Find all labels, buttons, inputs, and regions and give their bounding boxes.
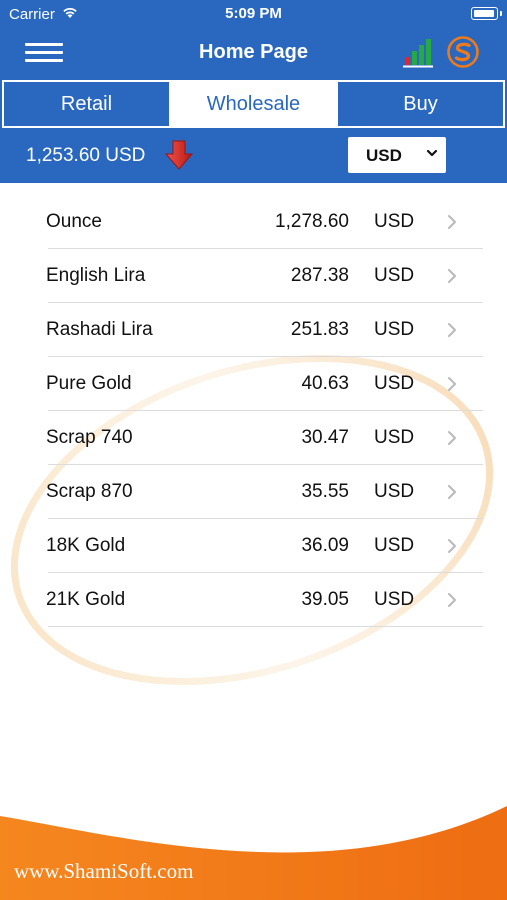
footer: www.ShamiSoft.com xyxy=(0,780,507,900)
item-currency: USD xyxy=(374,211,415,232)
chevron-right-icon xyxy=(448,215,456,229)
item-value: 287.38 xyxy=(290,265,349,286)
item-currency: USD xyxy=(374,319,415,340)
rate-row: 1,253.60 USD USD xyxy=(0,128,507,183)
chevron-right-icon xyxy=(448,377,456,391)
item-name: Pure Gold xyxy=(46,373,132,394)
item-currency: USD xyxy=(374,427,415,448)
list-item[interactable]: Pure Gold 40.63 USD xyxy=(0,357,507,411)
list-item[interactable]: Scrap 740 30.47 USD xyxy=(0,411,507,465)
list-item[interactable]: Rashadi Lira 251.83 USD xyxy=(0,303,507,357)
bar-chart-icon[interactable] xyxy=(402,36,434,68)
item-name: English Lira xyxy=(46,265,146,286)
item-name: Scrap 870 xyxy=(46,481,133,502)
item-value: 39.05 xyxy=(301,589,349,610)
chevron-right-icon xyxy=(448,593,456,607)
list-item[interactable]: Ounce 1,278.60 USD xyxy=(0,195,507,249)
website-link[interactable]: www.ShamiSoft.com xyxy=(14,859,193,884)
clock: 5:09 PM xyxy=(225,5,282,22)
tab-retail[interactable]: Retail xyxy=(4,82,169,126)
current-price: 1,253.60 USD xyxy=(26,145,146,166)
chevron-right-icon xyxy=(448,323,456,337)
list-item[interactable]: 21K Gold 39.05 USD xyxy=(0,573,507,627)
currency-select-value: USD xyxy=(366,146,402,165)
price-type-tabs: Retail Wholesale Buy xyxy=(2,80,505,128)
item-currency: USD xyxy=(374,589,415,610)
status-bar: Carrier 5:09 PM xyxy=(0,0,507,28)
item-value: 251.83 xyxy=(290,319,349,340)
navigation-bar: Home Page xyxy=(0,30,507,78)
currency-select[interactable]: USD xyxy=(348,137,446,173)
item-currency: USD xyxy=(374,265,415,286)
red-down-arrow-icon xyxy=(164,140,194,170)
list-item[interactable]: English Lira 287.38 USD xyxy=(0,249,507,303)
item-value: 36.09 xyxy=(301,535,349,556)
tab-wholesale[interactable]: Wholesale xyxy=(169,82,336,126)
item-name: 21K Gold xyxy=(46,589,126,610)
item-value: 40.63 xyxy=(301,373,349,394)
header: Carrier 5:09 PM Home Page Retail Wholesa… xyxy=(0,0,507,183)
item-currency: USD xyxy=(374,535,415,556)
item-value: 35.55 xyxy=(301,481,349,502)
item-name: Scrap 740 xyxy=(46,427,133,448)
item-name: Rashadi Lira xyxy=(46,319,153,340)
item-value: 1,278.60 xyxy=(275,211,349,232)
chevron-right-icon xyxy=(448,431,456,445)
item-name: 18K Gold xyxy=(46,535,126,556)
chevron-right-icon xyxy=(448,485,456,499)
tab-buy[interactable]: Buy xyxy=(336,82,503,126)
chevron-right-icon xyxy=(448,539,456,553)
battery-icon xyxy=(471,7,502,20)
row-divider xyxy=(48,626,483,627)
item-name: Ounce xyxy=(46,211,102,232)
list-item[interactable]: 18K Gold 36.09 USD xyxy=(0,519,507,573)
item-currency: USD xyxy=(374,373,415,394)
chevron-right-icon xyxy=(448,269,456,283)
item-currency: USD xyxy=(374,481,415,502)
item-value: 30.47 xyxy=(301,427,349,448)
list-item[interactable]: Scrap 870 35.55 USD xyxy=(0,465,507,519)
chevron-down-icon xyxy=(426,149,438,157)
shamisoft-logo-icon[interactable] xyxy=(446,35,480,69)
